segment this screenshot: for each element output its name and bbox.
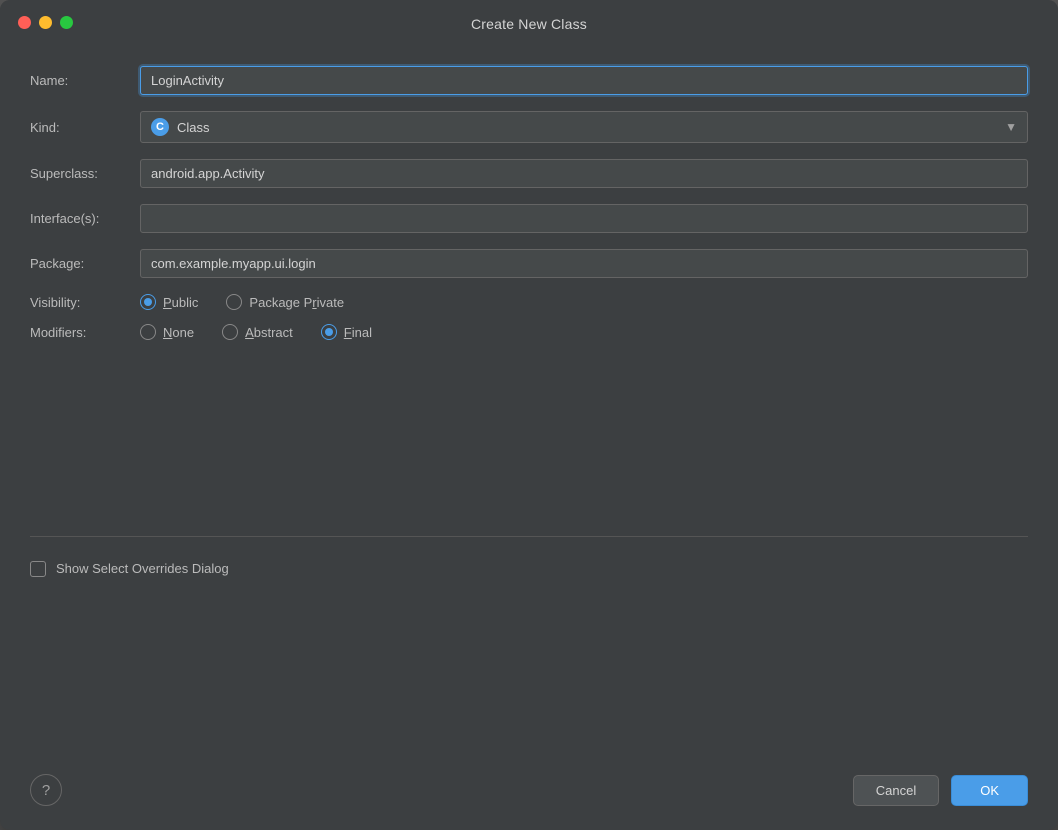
- show-overrides-label: Show Select Overrides Dialog: [56, 561, 229, 576]
- package-input[interactable]: [140, 249, 1028, 278]
- checkbox-row: Show Select Overrides Dialog: [30, 561, 1028, 577]
- name-input[interactable]: [140, 66, 1028, 95]
- modifier-none-option[interactable]: None: [140, 324, 194, 340]
- visibility-label: Visibility:: [30, 295, 140, 310]
- visibility-package-private-label: Package Private: [249, 295, 344, 310]
- kind-left: C Class: [151, 118, 210, 136]
- visibility-public-label: Public: [163, 295, 198, 310]
- visibility-group: Public Package Private: [140, 294, 1028, 310]
- modifier-none-radio[interactable]: [140, 324, 156, 340]
- package-row: Package:: [30, 249, 1028, 278]
- kind-row: Kind: C Class ▼: [30, 111, 1028, 143]
- modifier-final-radio[interactable]: [321, 324, 337, 340]
- interfaces-label: Interface(s):: [30, 211, 140, 226]
- modifier-none-label: None: [163, 325, 194, 340]
- superclass-input[interactable]: [140, 159, 1028, 188]
- radio-inner-filled-final: [325, 328, 333, 336]
- radio-inner-filled: [144, 298, 152, 306]
- interfaces-row: Interface(s):: [30, 204, 1028, 233]
- modifier-abstract-radio[interactable]: [222, 324, 238, 340]
- visibility-public-radio[interactable]: [140, 294, 156, 310]
- divider: [30, 536, 1028, 537]
- visibility-package-private-option[interactable]: Package Private: [226, 294, 344, 310]
- interfaces-input[interactable]: [140, 204, 1028, 233]
- modifier-final-option[interactable]: Final: [321, 324, 372, 340]
- modifier-final-label: Final: [344, 325, 372, 340]
- cancel-button[interactable]: Cancel: [853, 775, 939, 806]
- dialog-title: Create New Class: [471, 16, 587, 32]
- modifiers-label: Modifiers:: [30, 325, 140, 340]
- kind-select[interactable]: C Class ▼: [140, 111, 1028, 143]
- class-type-icon: C: [151, 118, 169, 136]
- maximize-button[interactable]: [60, 16, 73, 29]
- bottom-spacer: [30, 577, 1028, 739]
- kind-value-label: Class: [177, 120, 210, 135]
- create-new-class-dialog: Create New Class Name: Kind: C Class ▼ S…: [0, 0, 1058, 830]
- chevron-down-icon: ▼: [1005, 120, 1017, 134]
- visibility-package-private-radio[interactable]: [226, 294, 242, 310]
- superclass-row: Superclass:: [30, 159, 1028, 188]
- spacer: [30, 354, 1028, 516]
- minimize-button[interactable]: [39, 16, 52, 29]
- visibility-public-option[interactable]: Public: [140, 294, 198, 310]
- close-button[interactable]: [18, 16, 31, 29]
- visibility-row: Visibility: Public Package Private: [30, 294, 1028, 310]
- modifiers-group: None Abstract Final: [140, 324, 1028, 340]
- ok-button[interactable]: OK: [951, 775, 1028, 806]
- window-controls: [18, 16, 73, 29]
- footer-buttons: Cancel OK: [853, 775, 1028, 806]
- kind-label: Kind:: [30, 120, 140, 135]
- superclass-label: Superclass:: [30, 166, 140, 181]
- name-row: Name:: [30, 66, 1028, 95]
- title-bar: Create New Class: [0, 0, 1058, 42]
- modifier-abstract-label: Abstract: [245, 325, 293, 340]
- show-overrides-checkbox[interactable]: [30, 561, 46, 577]
- dialog-footer: ? Cancel OK: [0, 758, 1058, 830]
- modifier-abstract-option[interactable]: Abstract: [222, 324, 293, 340]
- help-button[interactable]: ?: [30, 774, 62, 806]
- name-label: Name:: [30, 73, 140, 88]
- dialog-content: Name: Kind: C Class ▼ Superclass: Interf…: [0, 42, 1058, 758]
- modifiers-row: Modifiers: None Abstract Final: [30, 324, 1028, 340]
- package-label: Package:: [30, 256, 140, 271]
